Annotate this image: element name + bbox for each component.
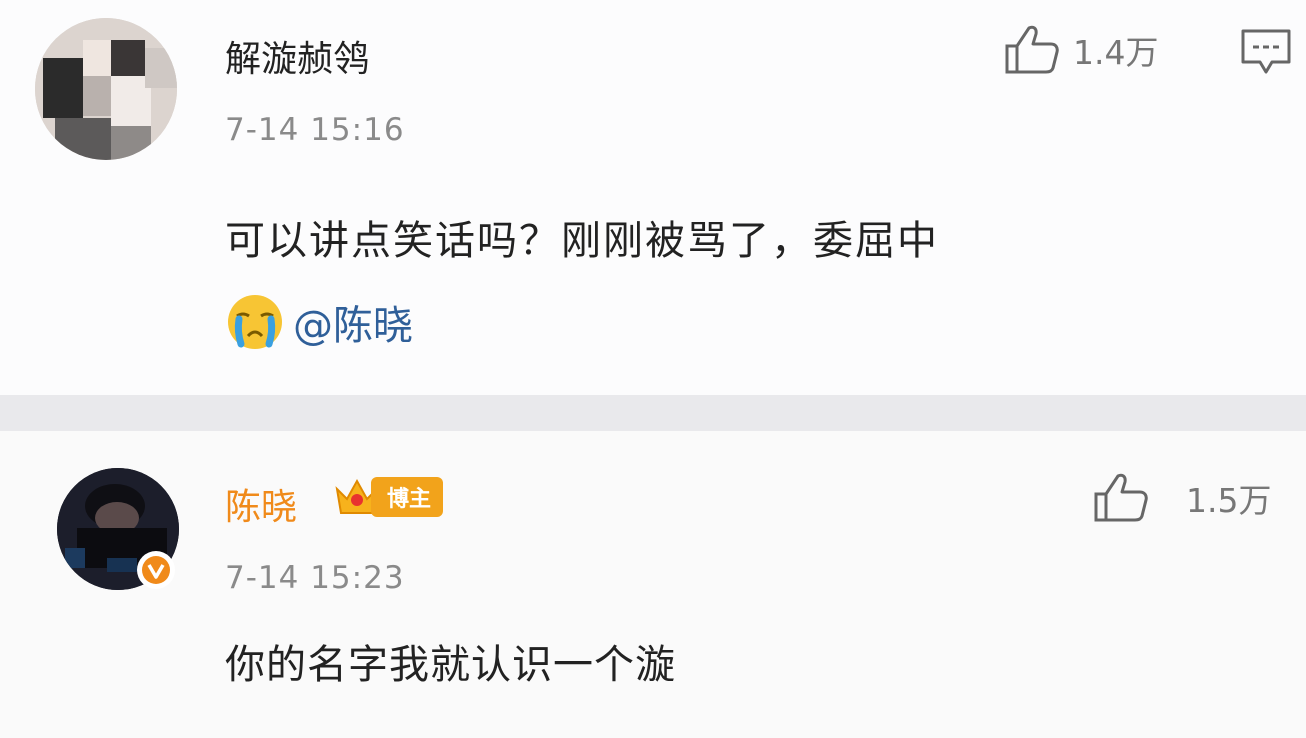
author-badge: 博主 bbox=[333, 473, 444, 521]
author-badge-label: 博主 bbox=[371, 477, 444, 517]
like-count: 1.4万 bbox=[1073, 33, 1159, 72]
mention-row: @陈晓 bbox=[225, 292, 413, 352]
verified-v-icon bbox=[142, 556, 170, 584]
divider bbox=[0, 395, 1306, 431]
comment-text: 可以讲点笑话吗？刚刚被骂了，委屈中 bbox=[225, 218, 939, 264]
thumbs-up-icon bbox=[1094, 473, 1148, 522]
username[interactable]: 陈晓 bbox=[225, 478, 297, 530]
comment-1: 解漩赪鸰 1.4万 7-14 15:16 可以讲点笑话吗？刚刚被骂了，委屈中 @… bbox=[0, 0, 1306, 395]
like-count: 1.5万 bbox=[1186, 481, 1272, 520]
crying-face-icon bbox=[228, 295, 282, 349]
mention-link[interactable]: @陈晓 bbox=[293, 293, 413, 351]
comment-icon bbox=[1241, 29, 1291, 74]
username[interactable]: 解漩赪鸰 bbox=[225, 30, 369, 82]
thumbs-up-icon bbox=[1005, 25, 1059, 74]
like-button[interactable]: 1.4万 bbox=[1003, 24, 1158, 76]
verified-badge bbox=[137, 551, 175, 589]
like-button[interactable]: 1.5万 bbox=[1092, 472, 1271, 524]
reply-button[interactable] bbox=[1240, 28, 1292, 80]
timestamp: 7-14 15:23 bbox=[225, 560, 405, 596]
comment-text: 你的名字我就认识一个漩 bbox=[225, 642, 676, 688]
avatar[interactable] bbox=[35, 18, 177, 160]
timestamp: 7-14 15:16 bbox=[225, 112, 405, 148]
